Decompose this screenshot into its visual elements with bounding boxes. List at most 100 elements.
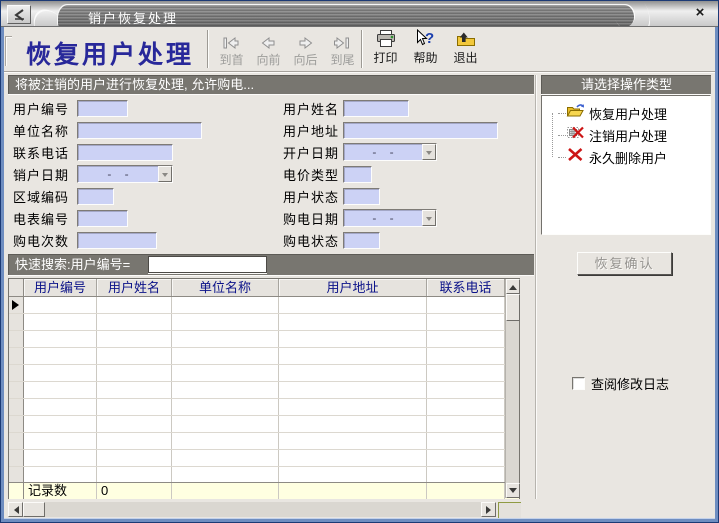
search-input[interactable] (148, 256, 267, 273)
help-button[interactable]: ?帮助 (407, 29, 444, 66)
cancel-user-icon (566, 125, 585, 145)
purchase-date-field[interactable]: - - (343, 209, 437, 227)
table-row[interactable] (9, 433, 519, 450)
prev-icon (250, 31, 287, 50)
window-system-icon[interactable] (7, 5, 31, 24)
table-cell (279, 416, 427, 432)
restore-confirm-button[interactable]: 恢复确认 (577, 252, 672, 275)
nav-next-button[interactable]: 向后 (287, 31, 324, 68)
price-type-field[interactable] (343, 166, 372, 183)
purchase-status-field[interactable] (343, 232, 380, 249)
table-row[interactable] (9, 348, 519, 365)
print-button[interactable]: 打印 (367, 29, 404, 66)
table-cell (279, 467, 427, 482)
table-row[interactable] (9, 297, 519, 314)
tree-item-cancel-user[interactable]: 注销用户处理 (548, 124, 710, 146)
table-cell (97, 399, 172, 415)
table-cell (172, 297, 279, 313)
user-id-field[interactable] (77, 100, 128, 117)
table-cell (279, 433, 427, 449)
table-row[interactable] (9, 399, 519, 416)
table-cell (24, 331, 97, 347)
vertical-scrollbar[interactable] (505, 279, 519, 498)
table-cell (427, 382, 505, 398)
purchase-date-dropdown-button[interactable] (422, 210, 436, 226)
table-cell (427, 314, 505, 330)
current-row-marker-icon (12, 300, 19, 310)
horizontal-scroll-thumb[interactable] (23, 502, 45, 517)
table-cell (427, 297, 505, 313)
checkbox-icon[interactable] (572, 377, 585, 390)
table-cell (97, 467, 172, 482)
table-cell (97, 314, 172, 330)
purchase-count-row: 购电次数 (13, 229, 202, 251)
record-count-value: 0 (97, 483, 172, 499)
purchase-count-field[interactable] (77, 232, 157, 249)
chevron-down-icon (162, 173, 168, 180)
meter-number-field[interactable] (77, 210, 128, 227)
region-code-field[interactable] (77, 188, 114, 205)
scroll-up-button[interactable] (506, 279, 520, 294)
column-header-0[interactable]: 用户编号 (24, 279, 97, 296)
scroll-down-button[interactable] (506, 483, 520, 498)
nav-to-first-button[interactable]: 到首 (213, 31, 250, 68)
table-cell (427, 433, 505, 449)
table-header-row: 用户编号用户姓名单位名称用户地址联系电话 (9, 279, 519, 297)
to-first-icon (213, 31, 250, 50)
unit-name-field[interactable] (77, 122, 202, 139)
table-cell (279, 382, 427, 398)
contact-phone-field[interactable] (77, 144, 173, 161)
column-header-4[interactable]: 联系电话 (427, 279, 505, 296)
nav-prev-button[interactable]: 向前 (250, 31, 287, 68)
table-row[interactable] (9, 331, 519, 348)
nav-to-last-button[interactable]: 到尾 (324, 31, 361, 68)
footer-selector-cell (9, 483, 24, 499)
scroll-corner (498, 502, 521, 518)
close-date-dropdown-button[interactable] (158, 166, 172, 182)
table-cell (427, 467, 505, 482)
open-date-dropdown-button[interactable] (422, 144, 436, 160)
table-cell (279, 399, 427, 415)
scroll-right-button[interactable] (481, 502, 496, 517)
table-row[interactable] (9, 314, 519, 331)
user-status-field[interactable] (343, 188, 380, 205)
table-cell (24, 297, 97, 313)
next-icon (287, 31, 324, 50)
column-header-1[interactable]: 用户姓名 (97, 279, 172, 296)
column-header-2[interactable]: 单位名称 (172, 279, 279, 296)
horizontal-scrollbar[interactable] (8, 502, 496, 517)
purchase-date-label: 购电日期 (283, 209, 343, 228)
table-row[interactable] (9, 382, 519, 399)
vertical-scroll-thumb[interactable] (506, 294, 520, 321)
close-button[interactable]: × (691, 4, 709, 22)
record-nav-group: 到首向前向后到尾 (213, 31, 361, 68)
tree-item-restore-user[interactable]: 恢复用户处理 (548, 102, 710, 124)
svg-text:?: ? (425, 30, 434, 47)
table-cell (279, 331, 427, 347)
user-status-row: 用户状态 (283, 185, 498, 207)
table-row[interactable] (9, 450, 519, 467)
region-code-row: 区域编码 (13, 185, 202, 207)
tree-item-delete-user[interactable]: 永久删除用户 (548, 146, 710, 168)
table-row[interactable] (9, 365, 519, 382)
user-address-label: 用户地址 (283, 121, 343, 140)
table-cell (172, 314, 279, 330)
help-cursor-icon: ? (407, 29, 444, 48)
view-log-label: 查阅修改日志 (591, 374, 669, 393)
open-date-field[interactable]: - - (343, 143, 437, 161)
table-cell (97, 450, 172, 466)
table-cell (24, 382, 97, 398)
table-row[interactable] (9, 416, 519, 433)
table-row[interactable] (9, 467, 519, 482)
contact-phone-label: 联系电话 (13, 143, 77, 162)
user-address-field[interactable] (343, 122, 498, 139)
column-header-3[interactable]: 用户地址 (279, 279, 427, 296)
table-cell (172, 416, 279, 432)
exit-button[interactable]: 退出 (447, 29, 484, 66)
view-log-checkbox-row[interactable]: 查阅修改日志 (572, 374, 669, 393)
table-cell (279, 297, 427, 313)
scroll-left-button[interactable] (8, 502, 23, 517)
user-name-field[interactable] (343, 100, 409, 117)
operation-type-list: 恢复用户处理注销用户处理永久删除用户 (541, 95, 711, 235)
close-date-field[interactable]: - - (77, 165, 173, 183)
